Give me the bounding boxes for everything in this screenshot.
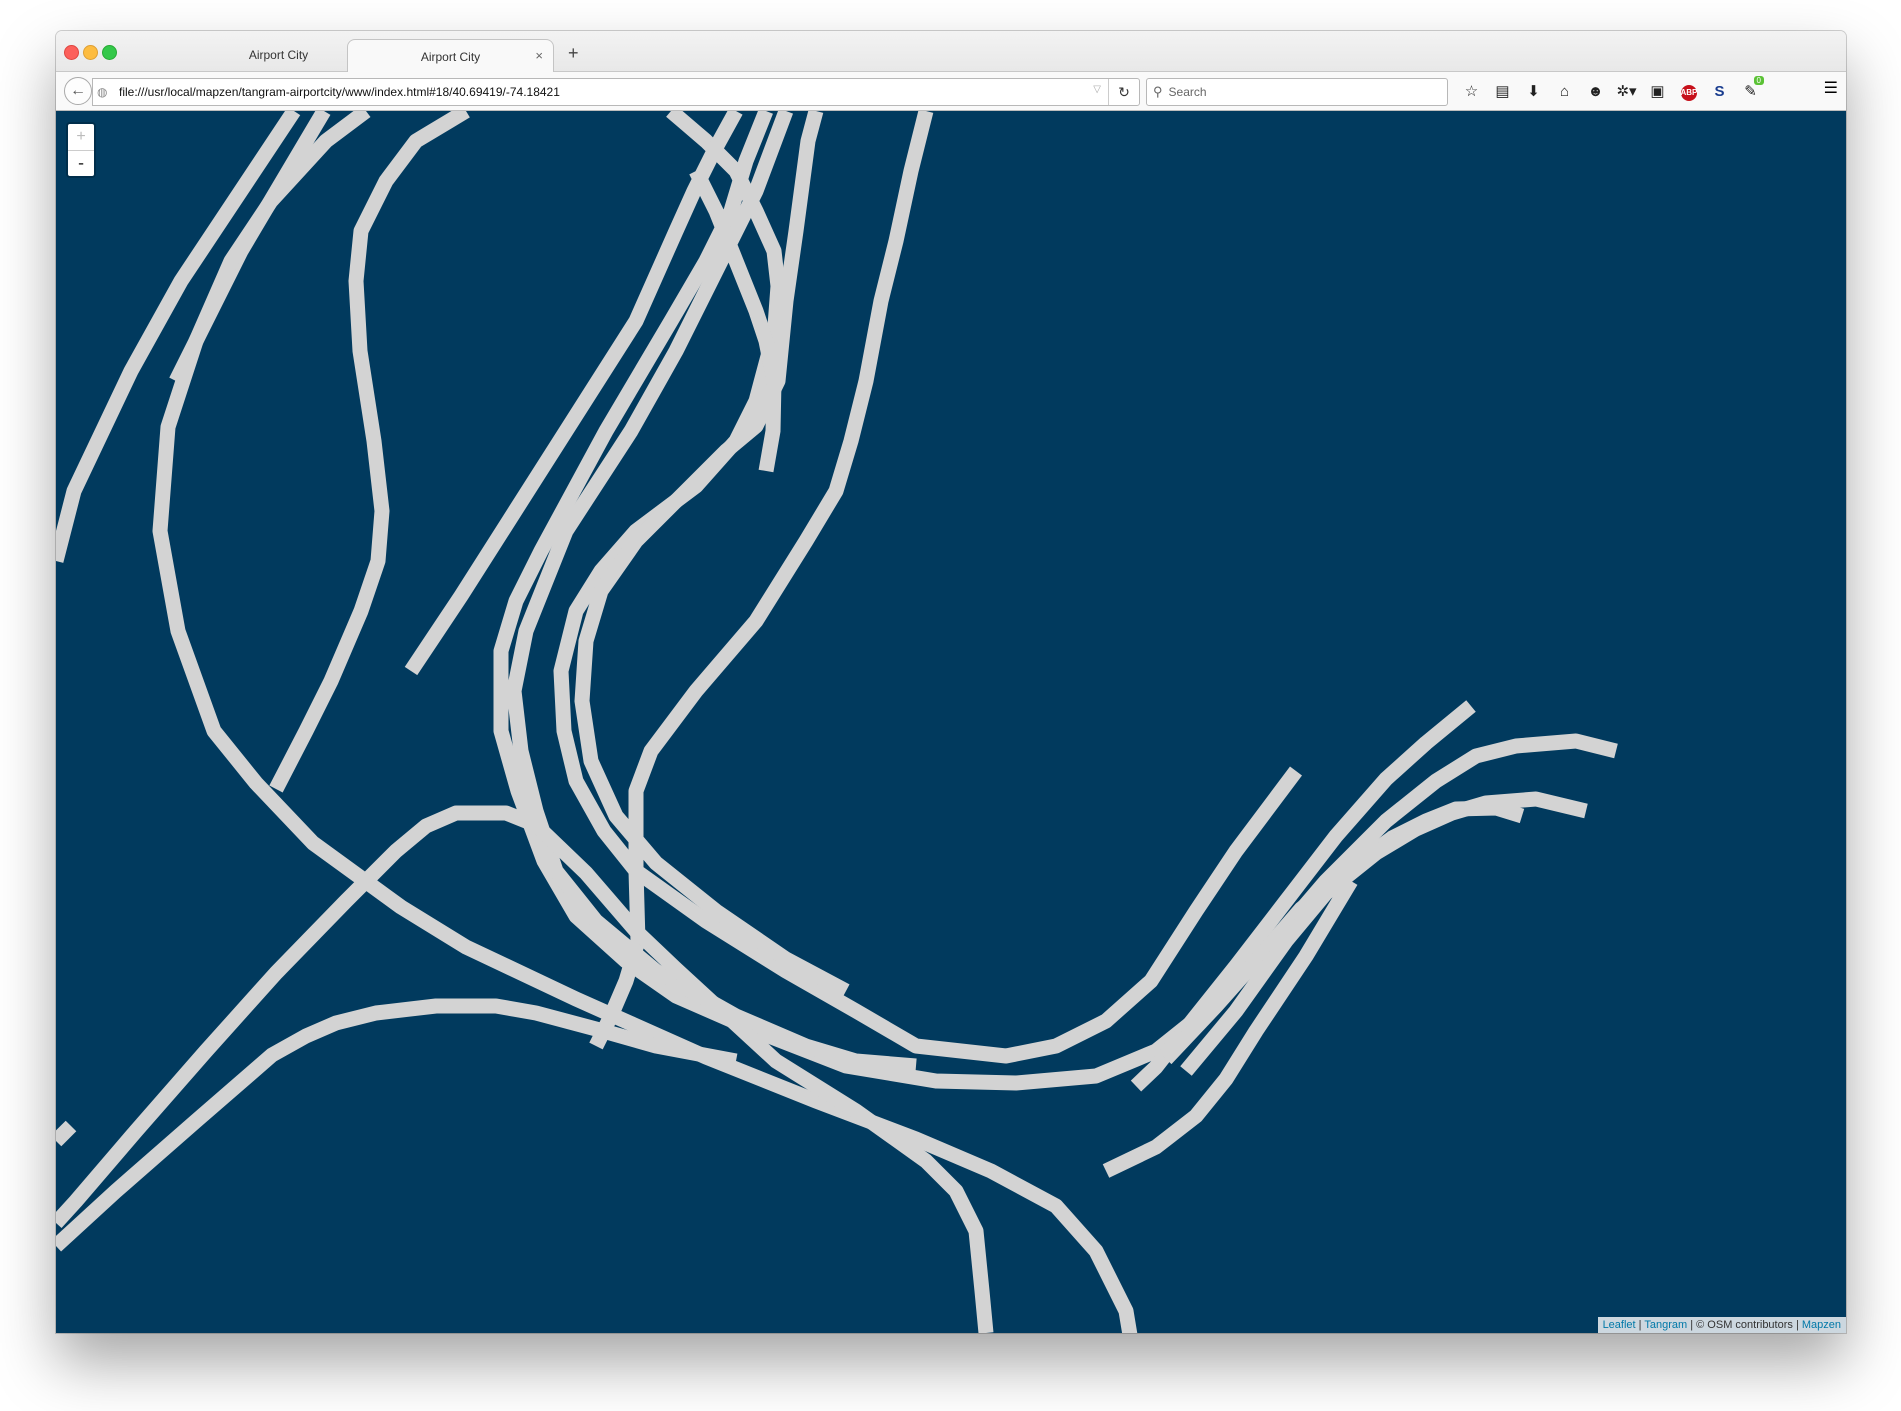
maximize-window-button[interactable] — [102, 45, 117, 60]
minimize-window-button[interactable] — [83, 45, 98, 60]
hamburger-menu-icon[interactable]: ☰ — [1824, 78, 1838, 98]
reading-list-icon[interactable]: ▤ — [1487, 82, 1518, 100]
chat-icon[interactable]: ☻ — [1580, 83, 1611, 100]
search-input[interactable]: ⚲ Search — [1146, 78, 1448, 106]
road-line — [56, 111, 301, 563]
tab-bar: Airport City × Airport City × + — [56, 31, 1846, 73]
zoom-control: + - — [66, 122, 96, 178]
extension-dropdown-icon[interactable]: ✲▾ — [1611, 82, 1642, 100]
mapzen-link[interactable]: Mapzen — [1802, 1319, 1841, 1331]
road-line — [589, 111, 934, 1050]
adblock-icon[interactable]: ABP — [1673, 82, 1704, 101]
toolbar-icons: ☆ ▤ ⬇ ⌂ ☻ ✲▾ ▣ ABP S ✎ 0 — [1456, 76, 1766, 104]
globe-icon: ◍ — [97, 85, 108, 99]
home-icon[interactable]: ⌂ — [1549, 83, 1580, 100]
road-line — [269, 111, 470, 793]
zoom-out-button[interactable]: - — [68, 151, 94, 177]
road-line — [56, 1120, 77, 1147]
tab-close-icon[interactable]: × — [535, 48, 543, 63]
search-placeholder: Search — [1168, 85, 1207, 99]
leaflet-link[interactable]: Leaflet — [1603, 1319, 1636, 1331]
s-extension-icon[interactable]: S — [1704, 83, 1735, 100]
search-icon: ⚲ — [1153, 84, 1163, 99]
road-line — [56, 998, 738, 1252]
url-text[interactable]: file:///usr/local/mapzen/tangram-airport… — [119, 85, 560, 99]
download-icon[interactable]: ⬇ — [1518, 82, 1549, 100]
back-button[interactable]: ← — [64, 77, 92, 105]
zoom-in-button[interactable]: + — [68, 124, 94, 151]
osm-credit: | © OSM contributors | — [1687, 1319, 1802, 1331]
tab-label: Airport City — [420, 49, 481, 64]
navigation-bar: ← ◍ file:///usr/local/mapzen/tangram-air… — [56, 72, 1846, 111]
map-canvas[interactable]: + - Leaflet | Tangram | © OSM contributo… — [56, 111, 1846, 1333]
road-network — [56, 111, 1618, 1333]
new-tab-icon[interactable]: + — [568, 43, 579, 64]
history-dropdown-icon[interactable]: ▽ — [1093, 84, 1101, 95]
notification-icon[interactable]: ✎ 0 — [1735, 76, 1766, 100]
browser-window: Airport City × Airport City × + ← ◍ file… — [56, 31, 1846, 1333]
road-line — [404, 111, 743, 676]
map-attribution: Leaflet | Tangram | © OSM contributors |… — [1597, 1317, 1846, 1333]
bookmark-star-icon[interactable]: ☆ — [1456, 82, 1487, 100]
url-bar[interactable]: ◍ file:///usr/local/mapzen/tangram-airpo… — [92, 78, 1140, 106]
reload-icon[interactable]: ↻ — [1108, 79, 1139, 105]
tangram-link[interactable]: Tangram — [1644, 1319, 1687, 1331]
close-window-button[interactable] — [64, 45, 79, 60]
lock-icon[interactable]: ▣ — [1642, 82, 1673, 100]
tab-airport-city-2[interactable]: Airport City × — [347, 39, 554, 73]
notification-badge: 0 — [1753, 76, 1764, 85]
